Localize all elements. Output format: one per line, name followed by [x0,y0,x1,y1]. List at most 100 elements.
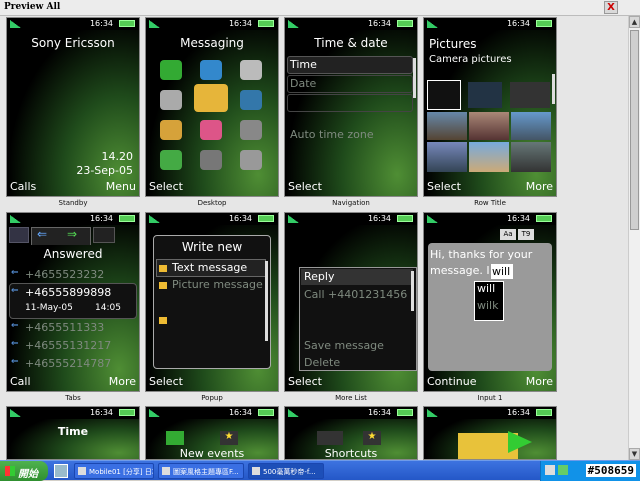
t9-mode[interactable]: T9 [518,229,534,240]
status-bar: 16:34 [146,407,278,419]
task-active-window[interactable]: 500毫萬秒帝-f... [248,463,324,479]
incoming-icon: ⇐ [11,357,19,367]
nav-item-date[interactable]: Date [290,77,316,90]
softkey-left[interactable]: Select [149,180,183,193]
phone-row3-time[interactable]: 16:34 Time [6,406,140,460]
status-bar: 16:34 [285,407,417,419]
softkey-right[interactable]: More [526,375,553,388]
softkey-left[interactable]: Select [288,180,322,193]
softkey-right[interactable]: More [109,375,136,388]
suggestion-wilk[interactable]: wilk [477,299,498,312]
arrow-right-icon: ⇒ [67,227,78,241]
signal-icon [427,409,438,417]
softkey-right[interactable]: More [526,180,553,193]
scroll-down-icon[interactable]: ▼ [629,448,640,460]
battery-icon [397,215,413,222]
tab-all-calls[interactable] [9,227,29,243]
desktop-title: Messaging [180,36,244,50]
softkey-right[interactable]: Menu [106,180,136,193]
phone-row3-new-events[interactable]: 16:34 ★ New events [145,406,279,460]
start-button[interactable]: 開始 [0,461,48,481]
status-time: 16:34 [506,214,530,223]
phone-popup[interactable]: 16:34 Write new Text message Picture mes… [145,212,279,392]
thumbnail-4[interactable] [511,112,551,140]
suggestion-will[interactable]: will [477,282,495,295]
menu-item-save-message[interactable]: Save message [304,339,384,352]
task-theme-forum[interactable]: 圖案風格主題專區F... [158,463,244,479]
close-button[interactable]: X [604,1,618,14]
phone-row-title[interactable]: 16:34 Pictures Camera pictures Select Mo… [423,17,557,197]
signal-icon [149,20,160,28]
arrow-left-icon: ⇐ [37,227,48,241]
phone-tabs[interactable]: 16:34 ⇐ ⇒ Answered ⇐ +4655523232 ⇐ +4655… [6,212,140,392]
tray-icon[interactable] [558,465,568,475]
thumbnail-camera[interactable] [427,80,461,110]
quicklaunch-icon[interactable] [54,464,68,478]
thumbnail-3[interactable] [469,112,509,140]
thumbnail-7[interactable] [511,142,551,172]
browser-icon [162,467,170,475]
call-number-4[interactable]: +46555131217 [25,339,111,352]
battery-icon [397,409,413,416]
task-mobile01[interactable]: Mobile01 [分享] 日本... [74,463,154,479]
softkey-left[interactable]: Continue [427,375,476,388]
status-bar: 16:34 [7,18,139,30]
case-mode[interactable]: Aa [500,229,516,240]
thumbnail-1[interactable] [510,82,550,108]
battery-icon [258,215,274,222]
thumbnail-globe[interactable] [468,82,502,108]
thumbnail-6[interactable] [469,142,509,172]
phone-row3-four[interactable]: 16:34 [423,406,557,460]
incoming-icon: ⇐ [11,286,19,296]
softkey-left[interactable]: Select [288,375,322,388]
window-title: Preview All [4,2,61,12]
phone-more-list[interactable]: 16:34 Reply Call +4401231456 Save messag… [284,212,418,392]
phone-row3-shortcuts[interactable]: 16:34 ★ Shortcuts [284,406,418,460]
nav-item-auto-time-zone[interactable]: Auto time zone [290,128,374,141]
softkey-left[interactable]: Call [10,375,31,388]
softkey-left[interactable]: Select [427,180,461,193]
start-label: 開始 [18,469,38,480]
caption-more-list: More List [335,394,367,402]
messaging-icon [194,84,228,112]
popup-item-picture-message[interactable]: Picture message [172,278,263,291]
operator-name: Sony Ericsson [31,36,115,50]
menu-item-reply[interactable]: Reply [304,270,334,283]
phone-input[interactable]: 16:34 Aa T9 Hi, thanks for your message.… [423,212,557,392]
thumbnail-2[interactable] [427,112,467,140]
caption-desktop: Desktop [197,199,227,207]
call-number-3[interactable]: +4655511333 [25,321,104,334]
shortcut-tab-1[interactable] [317,431,343,445]
status-time: 16:34 [506,19,530,28]
status-bar: 16:34 [424,407,556,419]
status-bar: 16:34 [146,213,278,225]
popup-item-text-message[interactable]: Text message [172,261,247,274]
call-number-5[interactable]: +46555214787 [25,357,111,370]
envelope-icon [159,317,167,324]
softkey-left[interactable]: Calls [10,180,36,193]
vertical-scrollbar[interactable]: ▲ ▼ [628,16,640,460]
tabs-title: Answered [43,247,103,261]
menu-item-call[interactable]: Call +4401231456 [304,288,407,301]
menu-item-delete[interactable]: Delete [304,356,340,369]
scroll-thumb[interactable] [630,30,639,230]
tray-icon[interactable] [545,465,555,475]
status-time: 16:34 [89,408,113,417]
signal-icon [10,215,21,223]
thumbnail-5[interactable] [427,142,467,172]
softkey-left[interactable]: Select [149,375,183,388]
nav-item-time[interactable]: Time [290,58,317,71]
tab-missed[interactable] [93,227,115,243]
calls-icon [200,150,222,170]
scroll-up-icon[interactable]: ▲ [629,16,640,28]
signal-icon [149,409,160,417]
phone-standby[interactable]: 16:34 Sony Ericsson 14.20 23-Sep-05 Call… [6,17,140,197]
call-number-1[interactable]: +4655523232 [25,268,104,281]
incoming-icon: ⇐ [11,268,19,278]
phone-desktop[interactable]: 16:34 Messaging Select [145,17,279,197]
phonebook-icon [200,120,222,140]
star-icon: ★ [220,431,238,445]
call-number-2[interactable]: +46555899898 [25,286,111,299]
phone-navigation[interactable]: 16:34 Time & date Time Date Auto time zo… [284,17,418,197]
status-time: 16:34 [228,214,252,223]
